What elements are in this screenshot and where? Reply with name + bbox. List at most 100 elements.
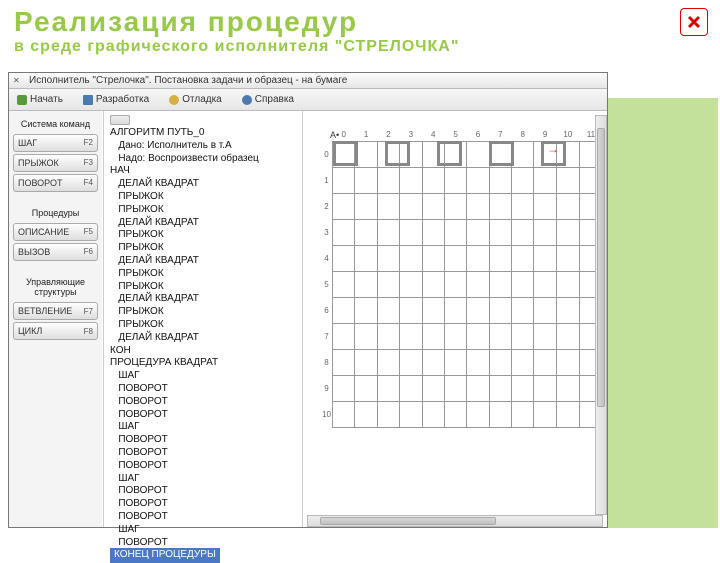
btn-call[interactable]: ВЫЗОВF6 xyxy=(13,243,98,261)
grid-cell[interactable] xyxy=(556,193,579,219)
grid-cell[interactable] xyxy=(377,375,399,401)
grid-cell[interactable] xyxy=(422,401,444,427)
grid-cell[interactable] xyxy=(355,323,377,349)
grid-cell[interactable] xyxy=(377,349,399,375)
grid-cell[interactable] xyxy=(489,297,511,323)
grid-cell[interactable] xyxy=(355,271,377,297)
toolbar-start[interactable]: Начать xyxy=(17,94,63,105)
grid-cell[interactable] xyxy=(422,193,444,219)
grid-cell[interactable] xyxy=(377,219,399,245)
grid-cell[interactable] xyxy=(467,245,489,271)
scrollbar-vertical[interactable] xyxy=(595,115,607,515)
grid-cell[interactable] xyxy=(534,323,556,349)
grid-cell[interactable] xyxy=(534,375,556,401)
grid-cell[interactable] xyxy=(512,167,534,193)
grid-cell[interactable] xyxy=(422,349,444,375)
grid-cell[interactable] xyxy=(556,401,579,427)
grid-cell[interactable] xyxy=(444,193,466,219)
grid-cell[interactable] xyxy=(355,167,377,193)
grid-cell[interactable] xyxy=(489,167,511,193)
grid-cell[interactable] xyxy=(489,271,511,297)
grid-cell[interactable] xyxy=(512,401,534,427)
grid-cell[interactable] xyxy=(333,297,355,323)
grid-cell[interactable] xyxy=(534,271,556,297)
grid-cell[interactable] xyxy=(400,401,422,427)
grid-cell[interactable] xyxy=(333,271,355,297)
close-icon[interactable] xyxy=(680,8,708,36)
grid-cell[interactable] xyxy=(556,271,579,297)
grid-cell[interactable] xyxy=(444,167,466,193)
grid-cell[interactable] xyxy=(444,375,466,401)
grid-cell[interactable] xyxy=(377,167,399,193)
grid-cell[interactable] xyxy=(467,141,489,167)
toolbar-help[interactable]: Справка xyxy=(242,94,294,105)
grid-cell[interactable] xyxy=(512,245,534,271)
grid-cell[interactable] xyxy=(556,375,579,401)
code-handle-icon[interactable] xyxy=(110,115,130,125)
btn-desc[interactable]: ОПИСАНИЕF5 xyxy=(13,223,98,241)
btn-turn[interactable]: ПОВОРОТF4 xyxy=(13,174,98,192)
grid-cell[interactable] xyxy=(333,375,355,401)
grid-cell[interactable] xyxy=(467,297,489,323)
grid-cell[interactable] xyxy=(400,323,422,349)
toolbar-dev[interactable]: Разработка xyxy=(83,94,149,105)
grid-cell[interactable] xyxy=(556,297,579,323)
grid-cell[interactable] xyxy=(422,219,444,245)
grid-cell[interactable] xyxy=(355,141,377,167)
grid-cell[interactable] xyxy=(377,193,399,219)
grid-cell[interactable] xyxy=(444,219,466,245)
btn-step[interactable]: ШАГF2 xyxy=(13,134,98,152)
grid-cell[interactable] xyxy=(512,271,534,297)
grid-cell[interactable] xyxy=(333,245,355,271)
grid-cell[interactable] xyxy=(534,401,556,427)
grid-cell[interactable] xyxy=(467,323,489,349)
grid-cell[interactable] xyxy=(400,167,422,193)
grid-cell[interactable] xyxy=(355,401,377,427)
grid-cell[interactable] xyxy=(355,297,377,323)
grid-cell[interactable] xyxy=(489,349,511,375)
grid-cell[interactable] xyxy=(400,245,422,271)
grid-cell[interactable] xyxy=(467,167,489,193)
grid-cell[interactable] xyxy=(400,297,422,323)
grid-cell[interactable] xyxy=(534,167,556,193)
grid-cell[interactable] xyxy=(512,193,534,219)
grid-cell[interactable] xyxy=(400,349,422,375)
grid-cell[interactable] xyxy=(489,245,511,271)
grid-cell[interactable] xyxy=(400,219,422,245)
grid-cell[interactable] xyxy=(467,219,489,245)
grid-cell[interactable] xyxy=(534,349,556,375)
grid-cell[interactable] xyxy=(556,349,579,375)
grid-cell[interactable] xyxy=(467,193,489,219)
grid-cell[interactable] xyxy=(512,375,534,401)
grid-cell[interactable] xyxy=(489,219,511,245)
btn-loop[interactable]: ЦИКЛF8 xyxy=(13,322,98,340)
grid-cell[interactable] xyxy=(400,271,422,297)
grid-cell[interactable] xyxy=(556,245,579,271)
grid-cell[interactable] xyxy=(467,401,489,427)
btn-branch[interactable]: ВЕТВЛЕНИЕF7 xyxy=(13,302,98,320)
grid-cell[interactable] xyxy=(355,193,377,219)
grid-cell[interactable] xyxy=(534,245,556,271)
grid-cell[interactable] xyxy=(489,193,511,219)
grid-cell[interactable] xyxy=(444,245,466,271)
grid-cell[interactable] xyxy=(444,271,466,297)
grid-cell[interactable] xyxy=(355,349,377,375)
grid-cell[interactable] xyxy=(355,375,377,401)
grid-cell[interactable] xyxy=(422,245,444,271)
grid-cell[interactable] xyxy=(467,349,489,375)
grid-cell[interactable] xyxy=(422,271,444,297)
grid-cell[interactable] xyxy=(512,323,534,349)
grid-cell[interactable] xyxy=(467,271,489,297)
grid-cell[interactable] xyxy=(377,271,399,297)
grid-cell[interactable] xyxy=(556,323,579,349)
grid-cell[interactable] xyxy=(444,297,466,323)
grid-cell[interactable] xyxy=(333,193,355,219)
grid-cell[interactable] xyxy=(333,349,355,375)
scrollbar-horizontal[interactable] xyxy=(307,515,603,527)
toolbar-debug[interactable]: Отладка xyxy=(169,94,222,105)
grid-cell[interactable] xyxy=(422,167,444,193)
grid-canvas[interactable]: 01234567891011012345678910A•→ xyxy=(307,115,603,523)
grid-cell[interactable] xyxy=(377,297,399,323)
grid-cell[interactable] xyxy=(355,219,377,245)
grid-cell[interactable] xyxy=(333,167,355,193)
